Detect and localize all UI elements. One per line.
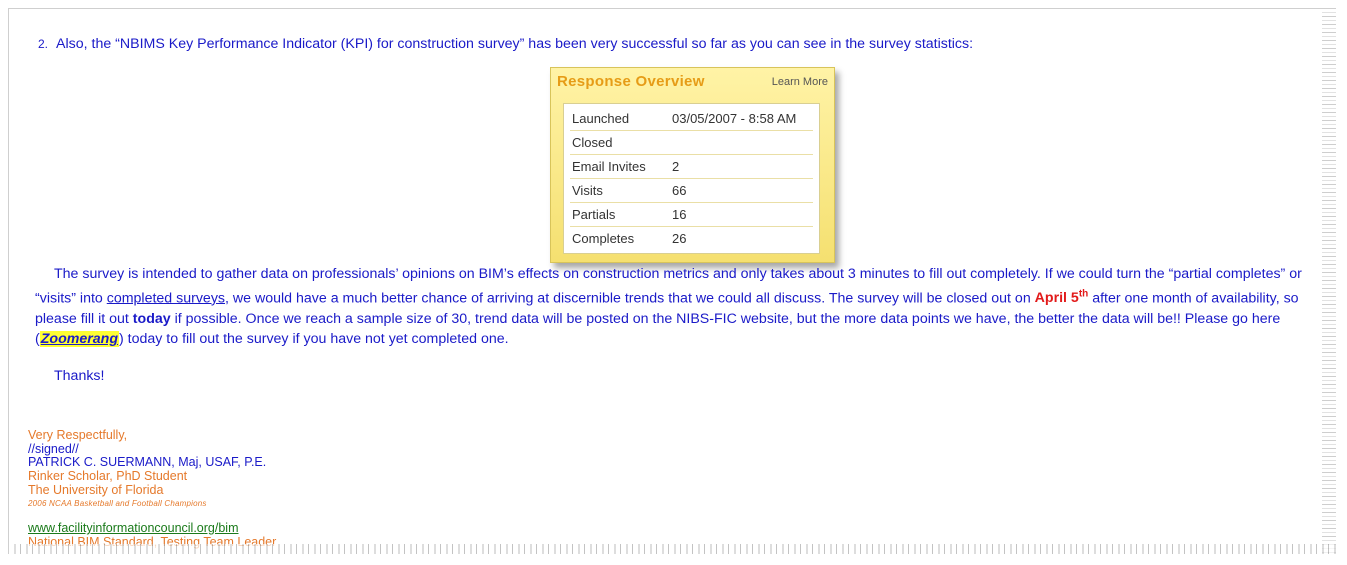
close-date-suffix: th [1078,288,1089,300]
stats-row-visits: Visits 66 [570,179,813,203]
stat-value: 2 [672,159,680,174]
stat-label: Partials [572,207,616,222]
today-emphasis: today [132,310,171,327]
stat-label: Visits [572,183,603,198]
stat-value: 66 [672,183,687,198]
torn-edge-bottom [9,544,1336,554]
stats-row-email-invites: Email Invites 2 [570,155,813,179]
website-link[interactable]: www.facilityinformationcouncil.org/bim [28,521,239,535]
close-date: April 5th [1034,288,1089,307]
signature-university: The University of Florida [28,483,164,497]
stats-row-closed: Closed [570,131,813,155]
stats-table: Launched 03/05/2007 - 8:58 AM Closed Emai… [563,103,820,254]
stat-label: Closed [572,135,613,150]
signature-champions: 2006 NCAA Basketball and Football Champi… [28,499,207,508]
list-item-2: 2. Also, the “NBIMS Key Performance Indic… [38,36,973,52]
list-number: 2. [38,37,49,51]
paragraph-text: ) today to fill out the survey if you ha… [118,331,509,348]
stats-row-partials: Partials 16 [570,203,813,227]
close-date-text: April 5 [1034,290,1079,307]
signature-signed: //signed// [28,442,79,456]
stat-label: Completes [572,231,635,246]
email-page: 2. Also, the “NBIMS Key Performance Indic… [8,8,1336,554]
stats-row-launched: Launched 03/05/2007 - 8:58 AM [570,107,813,131]
stat-value: 03/05/2007 - 8:58 AM [672,111,797,126]
stat-label: Email Invites [572,159,646,174]
list-item-text: Also, the “NBIMS Key Performance Indicat… [56,36,974,52]
signature-name: PATRICK C. SUERMANN, Maj, USAF, P.E. [28,455,267,469]
zoomerang-link[interactable]: Zoomerang [39,331,119,348]
completed-surveys-link[interactable]: completed surveys [107,290,225,306]
paragraph-text: , we would have a much better chance of … [225,290,1035,307]
signature-closing: Very Respectfully, [28,428,128,442]
learn-more-link[interactable]: Learn More [772,76,828,88]
thanks-text: Thanks! [54,368,105,384]
response-overview-widget: Response Overview Learn More Launched 03/… [550,67,835,263]
stat-value: 26 [672,231,687,246]
signature-title: Rinker Scholar, PhD Student [28,469,188,483]
stats-row-completes: Completes 26 [570,227,813,250]
stat-label: Launched [572,111,630,126]
widget-title: Response Overview [557,73,705,90]
survey-paragraph: The survey is intended to gather data on… [35,264,1315,350]
widget-header: Response Overview Learn More [551,68,834,95]
stat-value: 16 [672,207,687,222]
torn-edge-right [1322,9,1336,554]
